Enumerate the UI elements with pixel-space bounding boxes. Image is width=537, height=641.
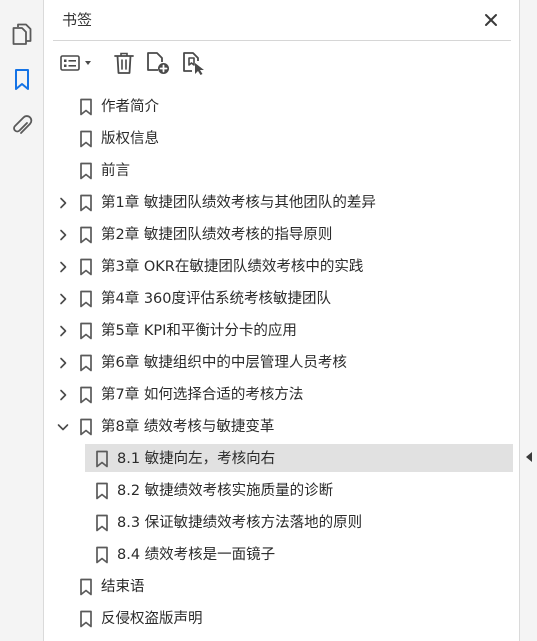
bookmark-label: 8.2 敏捷绩效考核实施质量的诊断 — [117, 483, 334, 499]
chevron-right-icon — [60, 197, 67, 209]
panel-splitter[interactable] — [519, 0, 537, 641]
bookmark-item[interactable]: 反侵权盗版声明 — [45, 603, 519, 635]
bookmark-icon — [80, 354, 92, 372]
bookmark-icon — [80, 290, 92, 308]
bookmark-icon — [96, 450, 108, 468]
bookmark-item[interactable]: 第6章 敏捷组织中的中层管理人员考核 — [45, 347, 519, 379]
collapse-toggle[interactable] — [55, 419, 71, 435]
attachments-button[interactable] — [8, 112, 36, 140]
bookmark-icon — [80, 322, 92, 340]
bookmark-icon — [96, 514, 108, 532]
bookmark-icon — [80, 98, 92, 116]
close-panel-button[interactable] — [481, 10, 501, 30]
bookmark-label: 反侵权盗版声明 — [101, 611, 203, 627]
bookmark-item[interactable]: 第5章 KPI和平衡计分卡的应用 — [45, 315, 519, 347]
chevron-right-icon — [60, 325, 67, 337]
chevron-right-icon — [60, 389, 67, 401]
bookmarks-button[interactable] — [8, 66, 36, 94]
new-bookmark-button[interactable] — [144, 49, 172, 77]
options-menu-button[interactable] — [59, 49, 97, 77]
collapse-arrow-icon[interactable] — [525, 451, 533, 463]
delete-bookmark-button[interactable] — [111, 49, 137, 77]
pages-button[interactable] — [8, 20, 36, 48]
bookmark-subitem[interactable]: 8.1 敏捷向左，考核向右 — [45, 443, 519, 475]
bookmark-item[interactable]: 第7章 如何选择合适的考核方法 — [45, 379, 519, 411]
bookmark-icon — [80, 194, 92, 212]
bookmark-label: 第8章 绩效考核与敏捷变革 — [101, 419, 275, 435]
bookmark-icon — [80, 162, 92, 180]
bookmark-icon — [80, 578, 92, 596]
panel-title: 书签 — [62, 11, 93, 29]
bookmark-label: 前言 — [101, 163, 130, 179]
bookmark-item[interactable]: 第2章 敏捷团队绩效考核的指导原则 — [45, 219, 519, 251]
attachments-icon — [13, 115, 33, 134]
bookmark-label: 第4章 360度评估系统考核敏捷团队 — [101, 291, 332, 307]
bookmark-icon — [80, 258, 92, 276]
expand-toggle[interactable] — [55, 355, 71, 371]
bookmark-label: 作者简介 — [101, 99, 159, 115]
header-divider — [53, 40, 511, 41]
bookmarks-icon — [15, 69, 29, 90]
expand-toggle[interactable] — [55, 227, 71, 243]
chevron-right-icon — [60, 261, 67, 273]
bookmark-item[interactable]: 第1章 敏捷团队绩效考核与其他团队的差异 — [45, 187, 519, 219]
bookmark-label: 8.4 绩效考核是一面镜子 — [117, 547, 276, 563]
bookmark-label: 第3章 OKR在敏捷团队绩效考核中的实践 — [101, 259, 364, 275]
bookmarks-panel: 书签 作者简介 版权信息 前言 第1章 敏捷团队绩效考核与其他团队的差异 第2章… — [45, 0, 519, 641]
pages-icon — [12, 23, 32, 45]
expand-toggle[interactable] — [55, 387, 71, 403]
bookmark-label: 8.3 保证敏捷绩效考核方法落地的原则 — [117, 515, 363, 531]
chevron-right-icon — [60, 293, 67, 305]
bookmark-label: 8.1 敏捷向左，考核向右 — [117, 451, 276, 467]
bookmark-subitem[interactable]: 8.2 敏捷绩效考核实施质量的诊断 — [45, 475, 519, 507]
bookmark-item[interactable]: 作者简介 — [45, 91, 519, 123]
delete-bookmark-icon — [114, 52, 134, 74]
close-icon — [485, 14, 497, 26]
bookmark-label: 第5章 KPI和平衡计分卡的应用 — [101, 323, 297, 339]
new-bookmark-icon — [147, 52, 169, 74]
new-bookmark-from-structure-button[interactable] — [180, 49, 208, 77]
options-menu-icon — [60, 55, 91, 71]
bookmark-tree: 作者简介版权信息前言第1章 敏捷团队绩效考核与其他团队的差异 第2章 敏捷团队绩效… — [45, 91, 519, 635]
expand-toggle[interactable] — [55, 291, 71, 307]
bookmark-icon — [96, 546, 108, 564]
bookmark-icon — [80, 226, 92, 244]
expand-toggle[interactable] — [55, 259, 71, 275]
new-bookmark-from-structure-icon — [183, 52, 204, 75]
bookmark-subitem[interactable]: 8.3 保证敏捷绩效考核方法落地的原则 — [45, 507, 519, 539]
bookmarks-toolbar — [45, 44, 519, 82]
bookmark-label: 第2章 敏捷团队绩效考核的指导原则 — [101, 227, 333, 243]
bookmark-item[interactable]: 第8章 绩效考核与敏捷变革 — [45, 411, 519, 443]
chevron-right-icon — [60, 229, 67, 241]
panel-header: 书签 — [45, 0, 519, 40]
bookmark-item[interactable]: 第3章 OKR在敏捷团队绩效考核中的实践 — [45, 251, 519, 283]
bookmark-label: 第1章 敏捷团队绩效考核与其他团队的差异 — [101, 195, 376, 211]
bookmark-icon — [80, 610, 92, 628]
bookmark-icon — [96, 482, 108, 500]
bookmark-item[interactable]: 版权信息 — [45, 123, 519, 155]
bookmark-subitem[interactable]: 8.4 绩效考核是一面镜子 — [45, 539, 519, 571]
bookmark-label: 结束语 — [101, 579, 145, 595]
bookmark-label: 第6章 敏捷组织中的中层管理人员考核 — [101, 355, 347, 371]
chevron-right-icon — [60, 357, 67, 369]
bookmark-item[interactable]: 第4章 360度评估系统考核敏捷团队 — [45, 283, 519, 315]
bookmark-icon — [80, 386, 92, 404]
chevron-down-icon — [57, 424, 69, 431]
bookmark-label: 第7章 如何选择合适的考核方法 — [101, 387, 304, 403]
bookmark-item[interactable]: 结束语 — [45, 571, 519, 603]
bookmark-item[interactable]: 前言 — [45, 155, 519, 187]
bookmark-icon — [80, 418, 92, 436]
expand-toggle[interactable] — [55, 323, 71, 339]
bookmark-label: 版权信息 — [101, 131, 159, 147]
left-navigation-rail — [0, 0, 44, 641]
bookmark-icon — [80, 130, 92, 148]
expand-toggle[interactable] — [55, 195, 71, 211]
